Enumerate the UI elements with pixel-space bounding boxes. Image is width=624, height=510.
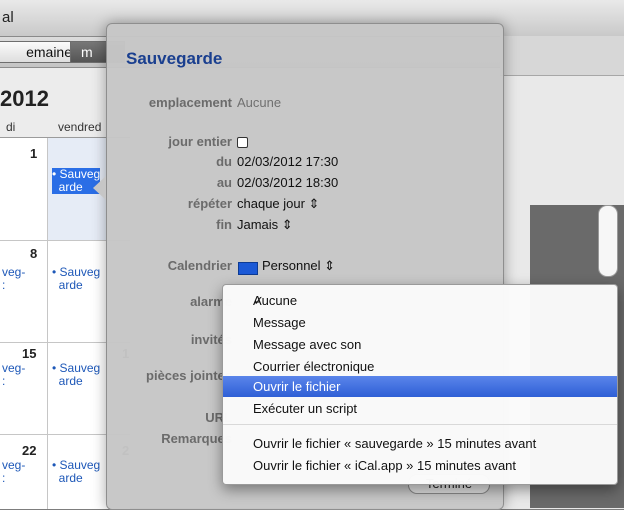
label-attachments: pièces jointes — [146, 368, 232, 383]
calendar-select[interactable]: Personnel ⇕ — [262, 258, 335, 274]
label-repeat: répéter — [187, 196, 232, 211]
event-title[interactable]: Sauvegarde — [126, 49, 222, 69]
menu-item-label: Message avec son — [253, 337, 362, 352]
event-item-partial[interactable]: veg- : — [2, 459, 25, 485]
menu-item-label: Message — [253, 315, 306, 330]
popover-arrow — [93, 176, 106, 200]
start-datetime[interactable]: 02/03/2012 17:30 — [237, 154, 338, 169]
year-heading: 2012 — [0, 86, 49, 111]
label-all-day: jour entier — [168, 134, 232, 149]
label-to: au — [216, 175, 232, 190]
day-number: 8 — [30, 246, 38, 261]
menu-item-label: Aucune — [253, 293, 298, 308]
menu-item-label: Courrier électronique — [253, 359, 375, 374]
grid-divider — [47, 138, 48, 509]
scrollbar-thumb[interactable] — [598, 205, 618, 277]
end-datetime[interactable]: 02/03/2012 18:30 — [237, 175, 338, 190]
menu-item-label: Exécuter un script — [253, 401, 358, 416]
alarm-menu: ✓ Aucune Message Message avec son Courri… — [222, 284, 618, 485]
menu-item-label: Ouvrir le fichier « iCal.app » 15 minute… — [253, 458, 517, 473]
event-item[interactable]: • Sauveg arde — [52, 362, 100, 388]
menu-item-label: Ouvrir le fichier — [253, 379, 341, 394]
location-value[interactable]: Aucune — [237, 95, 281, 110]
event-item-partial[interactable]: veg- : — [2, 362, 25, 388]
label-calendar: Calendrier — [167, 258, 232, 273]
event-item[interactable]: • Sauveg arde — [52, 459, 100, 485]
end-repeat-select[interactable]: Jamais ⇕ — [237, 217, 293, 233]
calendar-color-swatch — [238, 262, 258, 275]
menu-item-message-avec-son[interactable]: Message avec son — [223, 334, 617, 355]
menu-separator — [223, 424, 617, 425]
menu-item-ouvrir-fichier[interactable]: Ouvrir le fichier — [223, 376, 617, 397]
label-end: fin — [216, 217, 232, 232]
menu-item-ouvrir-sauvegarde[interactable]: Ouvrir le fichier « sauvegarde » 15 minu… — [223, 433, 617, 454]
label-location: emplacement — [148, 95, 232, 110]
event-item[interactable]: • Sauveg arde — [52, 266, 100, 292]
all-day-checkbox[interactable] — [237, 137, 248, 148]
day-header-mardi: di — [6, 120, 16, 134]
day-number: 15 — [22, 346, 37, 361]
menu-item-label: Ouvrir le fichier « sauvegarde » 15 minu… — [253, 436, 537, 451]
tab-week[interactable]: emaine — [0, 41, 76, 63]
menu-item-executer-script[interactable]: Exécuter un script — [223, 398, 617, 419]
day-number: 1 — [30, 146, 38, 161]
label-from: du — [216, 154, 232, 169]
menu-item-aucune[interactable]: ✓ Aucune — [223, 290, 617, 311]
day-header-vendredi: vendred — [58, 120, 102, 134]
menu-item-message[interactable]: Message — [223, 312, 617, 333]
menu-item-courrier[interactable]: Courrier électronique — [223, 356, 617, 377]
menu-item-ouvrir-ical[interactable]: Ouvrir le fichier « iCal.app » 15 minute… — [223, 455, 617, 476]
window-title: al — [2, 9, 14, 26]
repeat-select[interactable]: chaque jour ⇕ — [237, 196, 319, 212]
event-item-partial[interactable]: veg- : — [2, 266, 25, 292]
day-number: 22 — [22, 443, 37, 458]
